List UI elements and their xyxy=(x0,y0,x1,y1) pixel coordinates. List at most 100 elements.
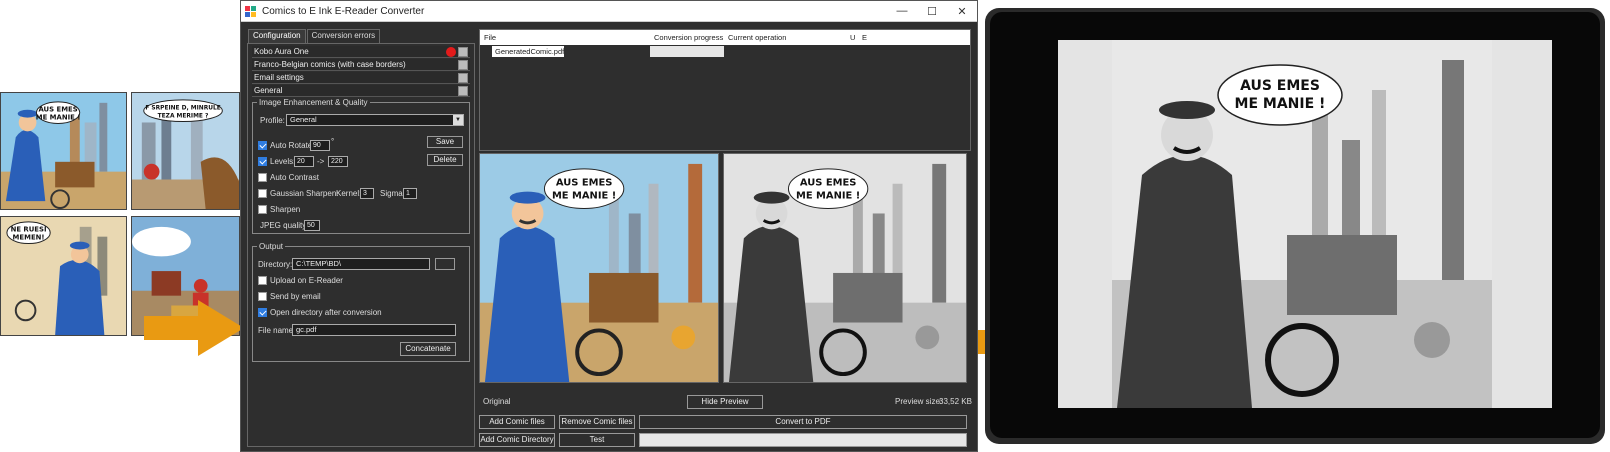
levels-min-input[interactable]: 20 xyxy=(294,156,314,167)
file-list-header: File Conversion progress Current operati… xyxy=(480,30,970,45)
column-operation[interactable]: Current operation xyxy=(724,30,846,45)
profile-row-comic-style[interactable]: Franco-Belgian comics (with case borders… xyxy=(252,59,470,71)
directory-input[interactable]: C:\TEMP\BD\ xyxy=(292,258,430,270)
tab-strip: Configuration Conversion errors xyxy=(248,29,381,43)
image-enhancement-legend: Image Enhancement & Quality xyxy=(259,98,368,107)
collapse-icon[interactable] xyxy=(458,86,468,96)
jpeg-quality-label: JPEG quality: xyxy=(260,221,309,230)
sharpen-checkbox[interactable] xyxy=(258,205,267,214)
comic-panel-3: NE RUESI MEMEN! xyxy=(0,216,127,336)
browse-directory-button[interactable] xyxy=(435,258,455,270)
title-bar: Comics to E Ink E-Reader Converter — ☐ ✕ xyxy=(241,1,977,22)
minimize-button[interactable]: — xyxy=(887,5,917,17)
filter-icon[interactable] xyxy=(458,47,468,57)
save-button[interactable]: Save xyxy=(427,136,463,148)
preview-bubble-line1: AUS EMES xyxy=(556,178,613,189)
window-title: Comics to E Ink E-Reader Converter xyxy=(262,5,425,17)
upload-ereader-checkbox[interactable] xyxy=(258,276,267,285)
app-icon xyxy=(245,5,256,17)
output-legend: Output xyxy=(259,242,284,251)
tab-conversion-errors[interactable]: Conversion errors xyxy=(306,29,381,43)
preview-bubble-line2: ME MANIE ! xyxy=(552,191,616,202)
auto-rotate-input[interactable]: 90 xyxy=(310,140,330,151)
filename-input[interactable]: gc.pdf xyxy=(292,324,456,336)
add-comic-directory-button[interactable]: Add Comic Directory xyxy=(479,433,555,447)
app-window: Comics to E Ink E-Reader Converter — ☐ ✕… xyxy=(240,0,978,452)
levels-arrow: -> xyxy=(317,157,325,166)
convert-to-pdf-button[interactable]: Convert to PDF xyxy=(639,415,967,429)
column-u[interactable]: U xyxy=(846,30,858,45)
chevron-down-icon: ▼ xyxy=(453,115,463,125)
profile-row-general[interactable]: General xyxy=(252,85,470,97)
auto-rotate-label: Auto Rotate: xyxy=(270,141,315,150)
auto-contrast-checkbox[interactable] xyxy=(258,173,267,182)
auto-rotate-checkbox[interactable] xyxy=(258,141,267,150)
arrow-right-icon xyxy=(144,300,244,356)
configuration-panel: Kobo Aura One Franco-Belgian comics (wit… xyxy=(247,43,475,447)
degree-symbol: ° xyxy=(331,137,335,146)
comic-panel-2: F SRPEINE D, MINRULE TEZA MERIME ? xyxy=(131,92,240,210)
maximize-button[interactable]: ☐ xyxy=(917,5,947,18)
converted-bubble-line2: ME MANIE ! xyxy=(796,191,860,202)
file-row-name[interactable]: GeneratedComic.pdf xyxy=(492,46,564,57)
sharpen-label: Sharpen xyxy=(270,205,301,214)
preview-size-label: Preview size: xyxy=(895,397,943,406)
auto-contrast-label: Auto Contrast xyxy=(270,173,319,182)
column-e[interactable]: E xyxy=(858,30,870,45)
levels-label: Levels: xyxy=(270,157,296,166)
filter-icon[interactable] xyxy=(458,73,468,83)
column-progress[interactable]: Conversion progress xyxy=(650,30,724,45)
ereader-bubble-line2: ME MANIE ! xyxy=(1235,96,1326,112)
filter-icon[interactable] xyxy=(458,60,468,70)
close-button[interactable]: ✕ xyxy=(947,5,977,18)
levels-max-input[interactable]: 220 xyxy=(328,156,348,167)
add-comic-files-button[interactable]: Add Comic files xyxy=(479,415,555,429)
concatenate-button[interactable]: Concatenate xyxy=(400,342,456,356)
column-file[interactable]: File xyxy=(480,30,650,45)
file-list-table[interactable]: File Conversion progress Current operati… xyxy=(479,29,971,151)
converted-preview-image: AUS EMES ME MANIE ! xyxy=(723,153,967,383)
open-directory-label: Open directory after conversion xyxy=(270,308,382,317)
original-label: Original xyxy=(483,397,511,406)
profile-row-label: Email settings xyxy=(254,73,304,82)
delete-button[interactable]: Delete xyxy=(427,154,463,166)
profile-row-device[interactable]: Kobo Aura One xyxy=(252,46,470,58)
tab-configuration[interactable]: Configuration xyxy=(248,29,306,43)
ereader-bubble-line1: AUS EMES xyxy=(1240,78,1320,94)
panel1-bubble-line2: ME MANIE ! xyxy=(36,114,81,122)
test-button[interactable]: Test xyxy=(559,433,635,447)
profile-row-label: General xyxy=(254,86,283,95)
panel2-bubble-line1: F SRPEINE D, MINRULE xyxy=(145,106,220,112)
profile-row-email[interactable]: Email settings xyxy=(252,72,470,84)
panel3-bubble-line1: NE RUESI xyxy=(11,226,47,234)
screenshot-root: AUS EMES ME MANIE ! F SRPEINE D, MINRULE… xyxy=(0,0,1610,452)
gaussian-sharpen-label: Gaussian Sharpen: xyxy=(270,189,339,198)
ereader-screen-image: AUS EMES ME MANIE ! xyxy=(1112,40,1492,408)
filename-label: File name: xyxy=(258,326,296,335)
gaussian-sharpen-checkbox[interactable] xyxy=(258,189,267,198)
hide-preview-button[interactable]: Hide Preview xyxy=(687,395,763,409)
profile-row-label: Kobo Aura One xyxy=(254,47,309,56)
jpeg-quality-input[interactable]: 50 xyxy=(304,220,320,231)
comic-panel-1: AUS EMES ME MANIE ! xyxy=(0,92,127,210)
file-row-progress xyxy=(650,46,724,57)
record-icon xyxy=(446,47,456,57)
profile-select[interactable]: General ▼ xyxy=(286,114,464,126)
preview-size-value: 33,52 KB xyxy=(939,397,972,406)
profile-label: Profile: xyxy=(260,116,285,125)
original-preview-image: AUS EMES ME MANIE ! xyxy=(479,153,719,383)
panel3-bubble-line2: MEMEN! xyxy=(13,234,45,242)
open-directory-checkbox[interactable] xyxy=(258,308,267,317)
levels-checkbox[interactable] xyxy=(258,157,267,166)
sigma-input[interactable]: 1 xyxy=(403,188,417,199)
remove-comic-files-button[interactable]: Remove Comic files xyxy=(559,415,635,429)
kernel-input[interactable]: 3 xyxy=(360,188,374,199)
ereader-screen-margin-right xyxy=(1490,40,1552,408)
send-email-checkbox[interactable] xyxy=(258,292,267,301)
converted-bubble-line1: AUS EMES xyxy=(800,178,857,189)
panel1-bubble-line1: AUS EMES xyxy=(38,106,77,114)
kernel-label: Kernel: xyxy=(336,189,362,198)
sigma-label: Sigma: xyxy=(380,189,405,198)
profile-row-label: Franco-Belgian comics (with case borders… xyxy=(254,60,406,69)
profile-select-value: General xyxy=(290,115,317,124)
